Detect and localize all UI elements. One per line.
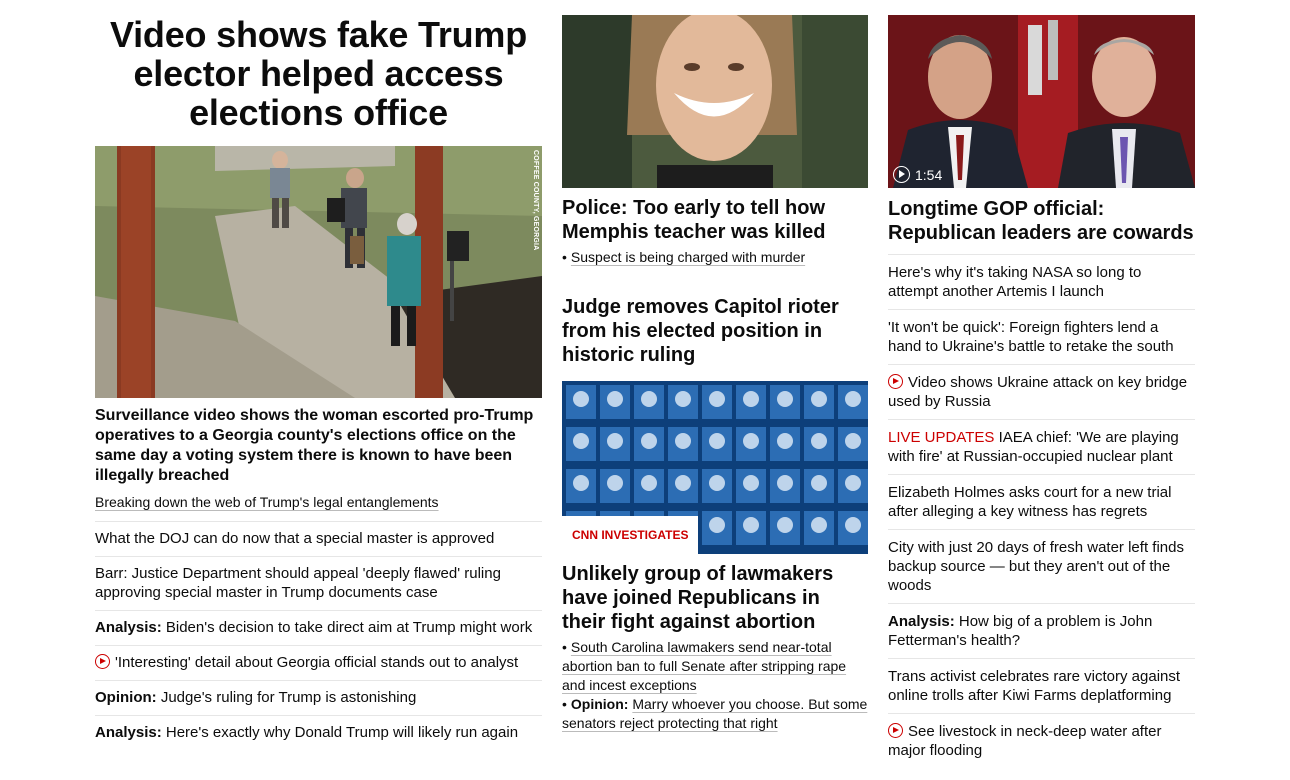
lead-image[interactable]: COFFEE COUNTY, GEORGIA — [95, 146, 542, 398]
gop-official-headline[interactable]: Longtime GOP official: Republican leader… — [888, 197, 1195, 245]
list-item-text[interactable]: Here's exactly why Donald Trump will lik… — [166, 724, 518, 741]
middle-column: Police: Too early to tell how Memphis te… — [562, 15, 868, 733]
list-item[interactable]: What the DOJ can do now that a special m… — [95, 521, 542, 556]
play-video-icon — [888, 723, 903, 738]
list-item[interactable]: Analysis: How big of a problem is John F… — [888, 603, 1195, 658]
memphis-headline[interactable]: Police: Too early to tell how Memphis te… — [562, 196, 868, 244]
video-duration: 1:54 — [915, 166, 943, 183]
list-item-text[interactable]: Biden's decision to take direct aim at T… — [166, 619, 532, 636]
lawmakers-headline[interactable]: Unlikely group of lawmakers have joined … — [562, 562, 868, 634]
list-item[interactable]: 'Interesting' detail about Georgia offic… — [95, 645, 542, 680]
memphis-bullet: • Suspect is being charged with murder — [562, 248, 868, 267]
bullet-dot: • — [562, 639, 567, 655]
list-item[interactable]: LIVE UPDATES IAEA chief: 'We are playing… — [888, 419, 1195, 474]
list-item[interactable]: Trans activist celebrates rare victory a… — [888, 658, 1195, 713]
video-duration-badge: 1:54 — [893, 166, 942, 183]
list-item-text[interactable]: Video shows Ukraine attack on key bridge… — [888, 374, 1187, 410]
list-item[interactable]: Barr: Justice Department should appeal '… — [95, 556, 542, 610]
bullet-link[interactable]: Suspect is being charged with murder — [571, 249, 805, 265]
right-headlines-list: Here's why it's taking NASA so long to a… — [888, 254, 1195, 768]
analysis-label: Analysis: — [95, 724, 162, 741]
surveillance-photo — [95, 146, 542, 398]
list-item[interactable]: Analysis: Here's exactly why Donald Trum… — [95, 715, 542, 750]
tv-studio-photo — [888, 15, 1195, 188]
bullet-link[interactable]: South Carolina lawmakers send near-total… — [562, 639, 846, 693]
list-item-text[interactable]: 'Interesting' detail about Georgia offic… — [115, 654, 518, 671]
cnn-investigates-badge: CNN INVESTIGATES — [562, 516, 699, 554]
sc-abortion-bullet: • South Carolina lawmakers send near-tota… — [562, 638, 868, 695]
list-item-text[interactable]: What the DOJ can do now that a special m… — [95, 530, 494, 547]
image-credit: COFFEE COUNTY, GEORGIA — [532, 150, 539, 251]
opinion-label: Opinion: — [570, 696, 629, 712]
play-video-icon — [888, 374, 903, 389]
list-item[interactable]: City with just 20 days of fresh water le… — [888, 529, 1195, 603]
list-item-text[interactable]: Barr: Justice Department should appeal '… — [95, 565, 501, 601]
list-item[interactable]: Here's why it's taking NASA so long to a… — [888, 254, 1195, 309]
list-item[interactable]: See livestock in neck-deep water after m… — [888, 713, 1195, 768]
list-item[interactable]: Opinion: Judge's ruling for Trump is ast… — [95, 680, 542, 715]
list-item[interactable]: 'It won't be quick': Foreign fighters le… — [888, 309, 1195, 364]
list-item[interactable]: Analysis: Biden's decision to take direc… — [95, 610, 542, 645]
opinion-label: Opinion: — [95, 689, 157, 706]
capitol-rioter-headline[interactable]: Judge removes Capitol rioter from his el… — [562, 295, 868, 367]
list-item-text[interactable]: See livestock in neck-deep water after m… — [888, 723, 1161, 759]
lead-story-column: Video shows fake Trump elector helped ac… — [95, 15, 542, 750]
bullet-dot: • — [562, 696, 567, 712]
list-item[interactable]: Video shows Ukraine attack on key bridge… — [888, 364, 1195, 419]
analysis-label: Analysis: — [95, 619, 162, 636]
lead-description[interactable]: Surveillance video shows the woman escor… — [95, 406, 542, 486]
analysis-label: Analysis: — [888, 613, 955, 630]
list-item-text[interactable]: Elizabeth Holmes asks court for a new tr… — [888, 484, 1171, 520]
bullet-dot: • — [562, 249, 567, 265]
related-link[interactable]: Breaking down the web of Trump's legal e… — [95, 493, 439, 511]
list-item-text[interactable]: 'It won't be quick': Foreign fighters le… — [888, 319, 1174, 355]
play-video-icon — [95, 654, 110, 669]
lead-headline[interactable]: Video shows fake Trump elector helped ac… — [95, 15, 542, 132]
right-column: 1:54 Longtime GOP official: Republican l… — [888, 15, 1195, 768]
list-item-text[interactable]: Judge's ruling for Trump is astonishing — [161, 689, 417, 706]
gop-official-video[interactable]: 1:54 — [888, 15, 1195, 188]
lawmakers-image[interactable]: CNN INVESTIGATES — [562, 381, 868, 554]
list-item-text[interactable]: City with just 20 days of fresh water le… — [888, 539, 1184, 594]
list-item[interactable]: Elizabeth Holmes asks court for a new tr… — [888, 474, 1195, 529]
opinion-bullet: • Opinion: Marry whoever you choose. But … — [562, 695, 868, 733]
list-item-text[interactable]: Trans activist celebrates rare victory a… — [888, 668, 1180, 704]
lead-related-list: What the DOJ can do now that a special m… — [95, 521, 542, 750]
memphis-teacher-image[interactable] — [562, 15, 868, 188]
live-updates-label: LIVE UPDATES — [888, 429, 995, 446]
list-item-text[interactable]: Here's why it's taking NASA so long to a… — [888, 264, 1141, 300]
play-icon — [893, 166, 910, 183]
portrait-photo — [562, 15, 868, 188]
